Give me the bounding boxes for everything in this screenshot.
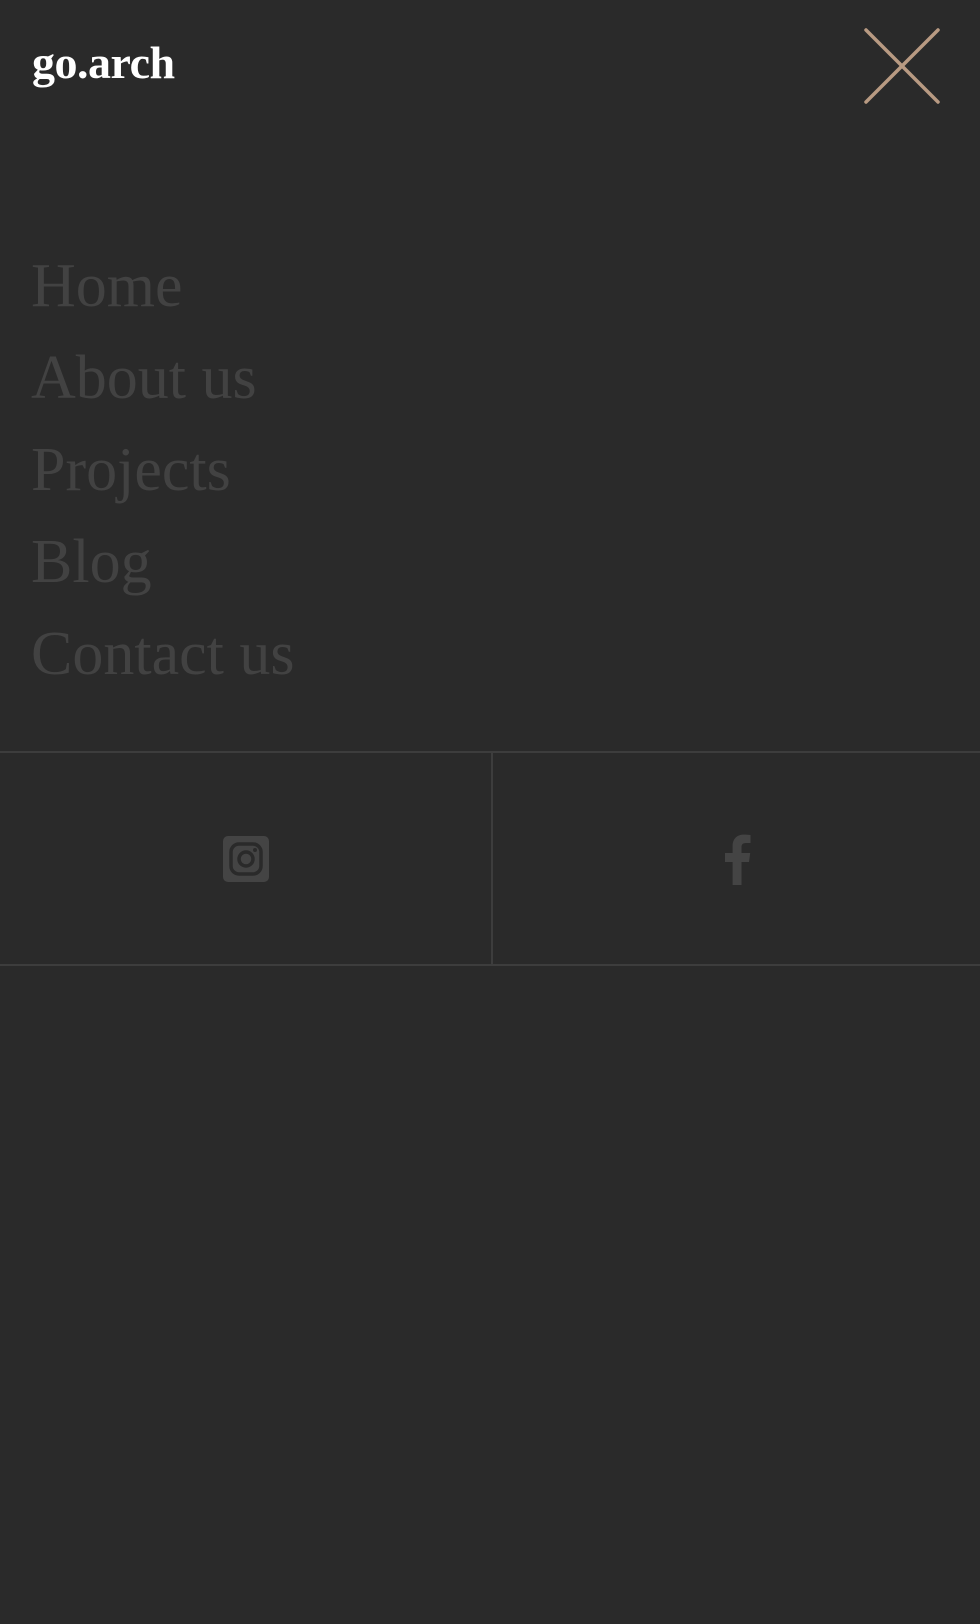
nav-item-blog[interactable]: Blog [0, 516, 980, 608]
facebook-icon [724, 834, 750, 885]
logo[interactable]: go.arch [32, 33, 175, 93]
nav-item-projects[interactable]: Projects [0, 424, 980, 516]
instagram-link[interactable] [0, 753, 493, 964]
instagram-icon [222, 835, 269, 882]
site-header: go.arch [0, 0, 980, 130]
social-links [0, 751, 980, 966]
close-menu-button[interactable] [862, 26, 942, 106]
nav-item-contact-us[interactable]: Contact us [0, 608, 980, 700]
close-icon [864, 28, 940, 104]
main-nav: Home About us Projects Blog Contact us [0, 240, 980, 700]
facebook-link[interactable] [493, 753, 980, 964]
nav-item-home[interactable]: Home [0, 240, 980, 332]
nav-item-about-us[interactable]: About us [0, 332, 980, 424]
